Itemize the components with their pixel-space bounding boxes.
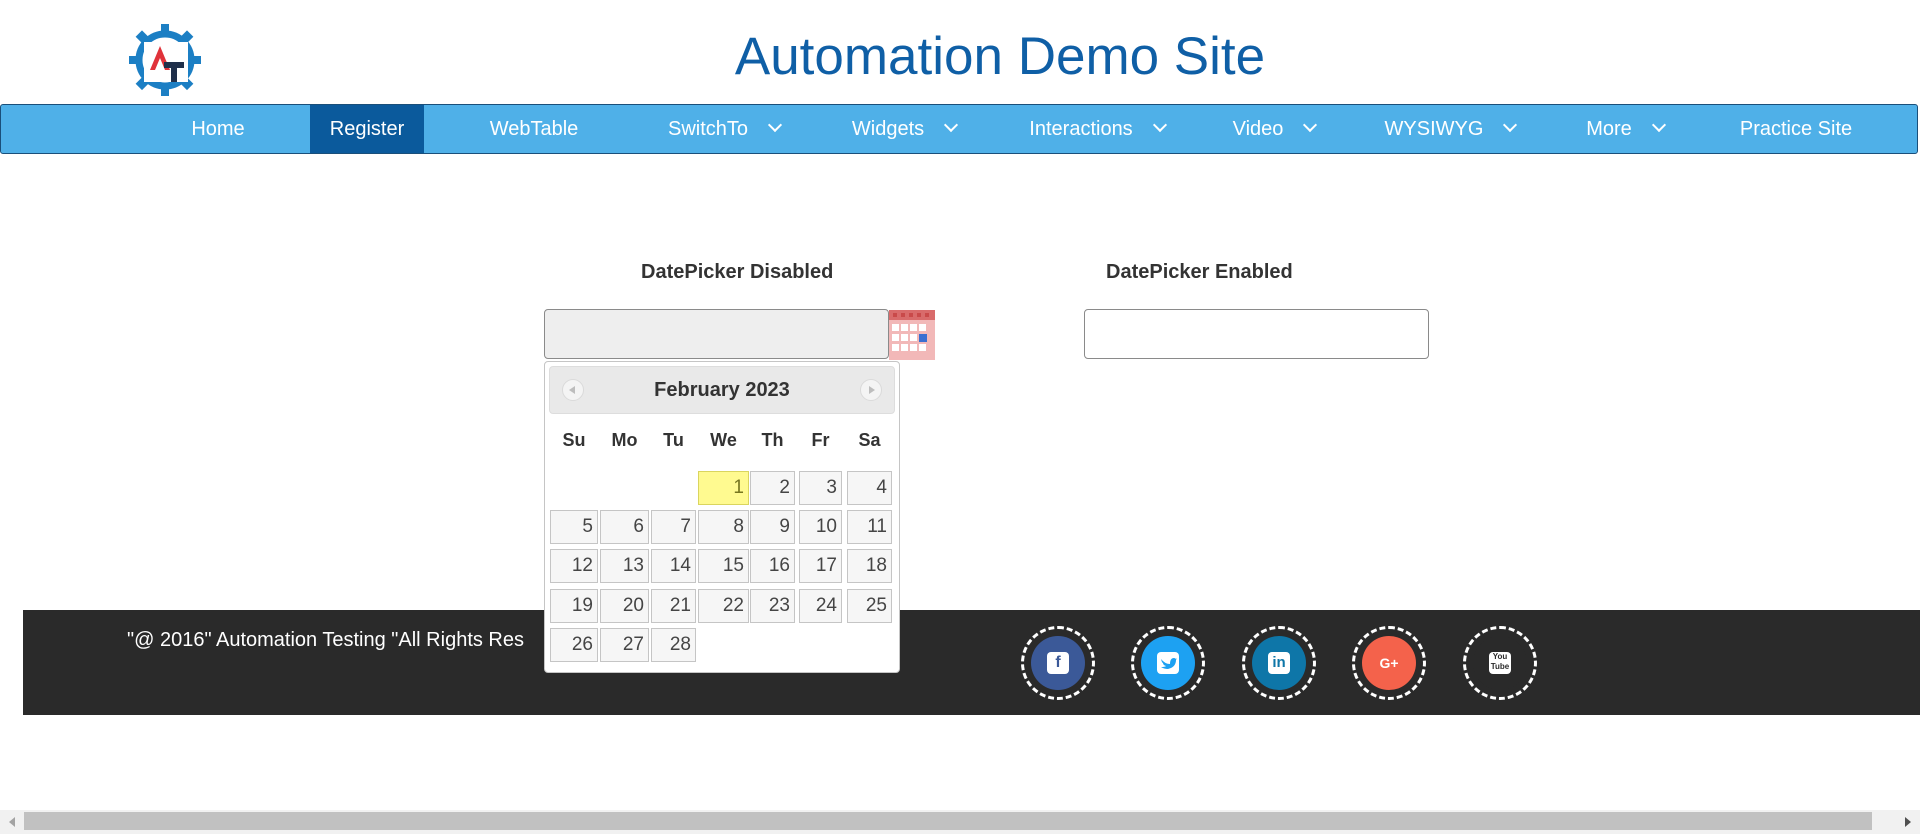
twitter-icon xyxy=(1141,636,1195,690)
calendar-icon[interactable] xyxy=(889,310,935,360)
nav-item-webtable[interactable]: WebTable xyxy=(471,105,597,153)
nav-item-label: Practice Site xyxy=(1739,118,1853,140)
scrollbar-thumb[interactable] xyxy=(24,812,1872,830)
calendar-day[interactable]: 6 xyxy=(600,510,649,544)
nav-item-more[interactable]: More xyxy=(1573,105,1677,153)
nav-item-label: More xyxy=(1586,118,1632,140)
nav-item-wysiwyg[interactable]: WYSIWYG xyxy=(1375,105,1525,153)
twitter-link[interactable] xyxy=(1131,626,1205,700)
calendar-day[interactable]: 18 xyxy=(847,549,892,583)
datepicker-disabled-input[interactable] xyxy=(544,309,889,359)
calendar-day[interactable]: 17 xyxy=(799,549,842,583)
nav-item-register[interactable]: Register xyxy=(310,105,424,153)
scroll-left-icon[interactable] xyxy=(9,817,15,827)
calendar-day[interactable]: 22 xyxy=(698,589,749,623)
calendar-day[interactable]: 9 xyxy=(750,510,795,544)
weekday-header: Mo xyxy=(611,430,638,450)
calendar-day[interactable]: 26 xyxy=(550,628,598,662)
linkedin-icon: in xyxy=(1252,636,1306,690)
calendar-day[interactable]: 24 xyxy=(799,589,842,623)
nav-item-label: Video xyxy=(1232,118,1284,140)
datepicker-disabled-label: DatePicker Disabled xyxy=(641,261,834,283)
chevron-down-icon xyxy=(1152,117,1167,133)
weekday-header: Fr xyxy=(811,430,830,450)
nav-item-label: SwitchTo xyxy=(667,118,749,140)
calendar-day[interactable]: 23 xyxy=(750,589,795,623)
calendar-day[interactable]: 21 xyxy=(651,589,696,623)
facebook-icon: f xyxy=(1031,636,1085,690)
footer xyxy=(23,610,1920,715)
calendar-day[interactable]: 12 xyxy=(550,549,598,583)
nav-item-video[interactable]: Video xyxy=(1219,105,1329,153)
calendar-day[interactable]: 10 xyxy=(799,510,842,544)
main-navbar: Home Register WebTable SwitchTo Widgets … xyxy=(0,104,1918,154)
nav-item-practice-site[interactable]: Practice Site xyxy=(1723,105,1869,153)
chevron-down-icon xyxy=(944,117,959,133)
google-plus-icon: G+ xyxy=(1362,636,1416,690)
nav-item-label: Widgets xyxy=(851,118,925,140)
nav-item-label: WebTable xyxy=(489,118,579,140)
calendar-day[interactable]: 8 xyxy=(698,510,749,544)
prev-month-button[interactable] xyxy=(562,379,584,401)
weekday-header: Sa xyxy=(858,430,881,450)
weekday-header: Tu xyxy=(663,430,684,450)
datepicker-enabled-input[interactable] xyxy=(1084,309,1429,359)
horizontal-scrollbar[interactable] xyxy=(0,810,1920,834)
chevron-down-icon xyxy=(1503,117,1518,133)
calendar-day[interactable]: 19 xyxy=(550,589,598,623)
calendar-day[interactable]: 11 xyxy=(847,510,892,544)
site-title: Automation Demo Site xyxy=(734,27,1266,86)
nav-item-home[interactable]: Home xyxy=(163,105,273,153)
youtube-icon: You Tube xyxy=(1473,636,1527,690)
nav-item-label: WYSIWYG xyxy=(1384,118,1484,140)
weekday-header: Su xyxy=(562,430,586,450)
scroll-right-icon[interactable] xyxy=(1905,817,1911,827)
calendar-header: February 2023 xyxy=(549,366,895,414)
calendar-day[interactable]: 16 xyxy=(750,549,795,583)
nav-item-label: Register xyxy=(329,118,405,140)
next-month-button[interactable] xyxy=(860,379,882,401)
chevron-down-icon xyxy=(1303,117,1318,133)
calendar-day[interactable]: 20 xyxy=(600,589,649,623)
weekday-header: We xyxy=(710,430,737,450)
google-plus-link[interactable]: G+ xyxy=(1352,626,1426,700)
calendar-day[interactable]: 3 xyxy=(799,471,842,505)
calendar-popup: February 2023 Su Mo Tu We Th Fr Sa 1 2 3 4 5 6 7 8 9 10… xyxy=(544,361,900,673)
calendar-day[interactable]: 4 xyxy=(847,471,892,505)
calendar-day[interactable]: 14 xyxy=(651,549,696,583)
calendar-day[interactable]: 15 xyxy=(698,549,749,583)
weekday-header: Th xyxy=(761,430,784,450)
calendar-month-year: February 2023 xyxy=(654,379,790,401)
calendar-day[interactable]: 27 xyxy=(600,628,649,662)
calendar-day[interactable]: 5 xyxy=(550,510,598,544)
facebook-link[interactable]: f xyxy=(1021,626,1095,700)
nav-item-label: Interactions xyxy=(1029,118,1133,140)
calendar-day[interactable]: 25 xyxy=(847,589,892,623)
linkedin-link[interactable]: in xyxy=(1242,626,1316,700)
datepicker-enabled-label: DatePicker Enabled xyxy=(1106,261,1293,283)
chevron-down-icon xyxy=(767,117,783,133)
chevron-down-icon xyxy=(1651,117,1666,133)
nav-item-interactions[interactable]: Interactions xyxy=(1017,105,1177,153)
nav-item-label: Home xyxy=(191,118,245,140)
calendar-day[interactable]: 28 xyxy=(651,628,696,662)
calendar-day[interactable]: 13 xyxy=(600,549,649,583)
nav-item-switchto[interactable]: SwitchTo xyxy=(653,105,795,153)
calendar-day[interactable]: 2 xyxy=(750,471,795,505)
calendar-day[interactable]: 1 xyxy=(698,471,749,505)
youtube-link[interactable]: You Tube xyxy=(1463,626,1537,700)
calendar-day[interactable]: 7 xyxy=(651,510,696,544)
footer-copyright: "@ 2016" Automation Testing "All Rights … xyxy=(127,629,524,651)
nav-item-widgets[interactable]: Widgets xyxy=(837,105,971,153)
